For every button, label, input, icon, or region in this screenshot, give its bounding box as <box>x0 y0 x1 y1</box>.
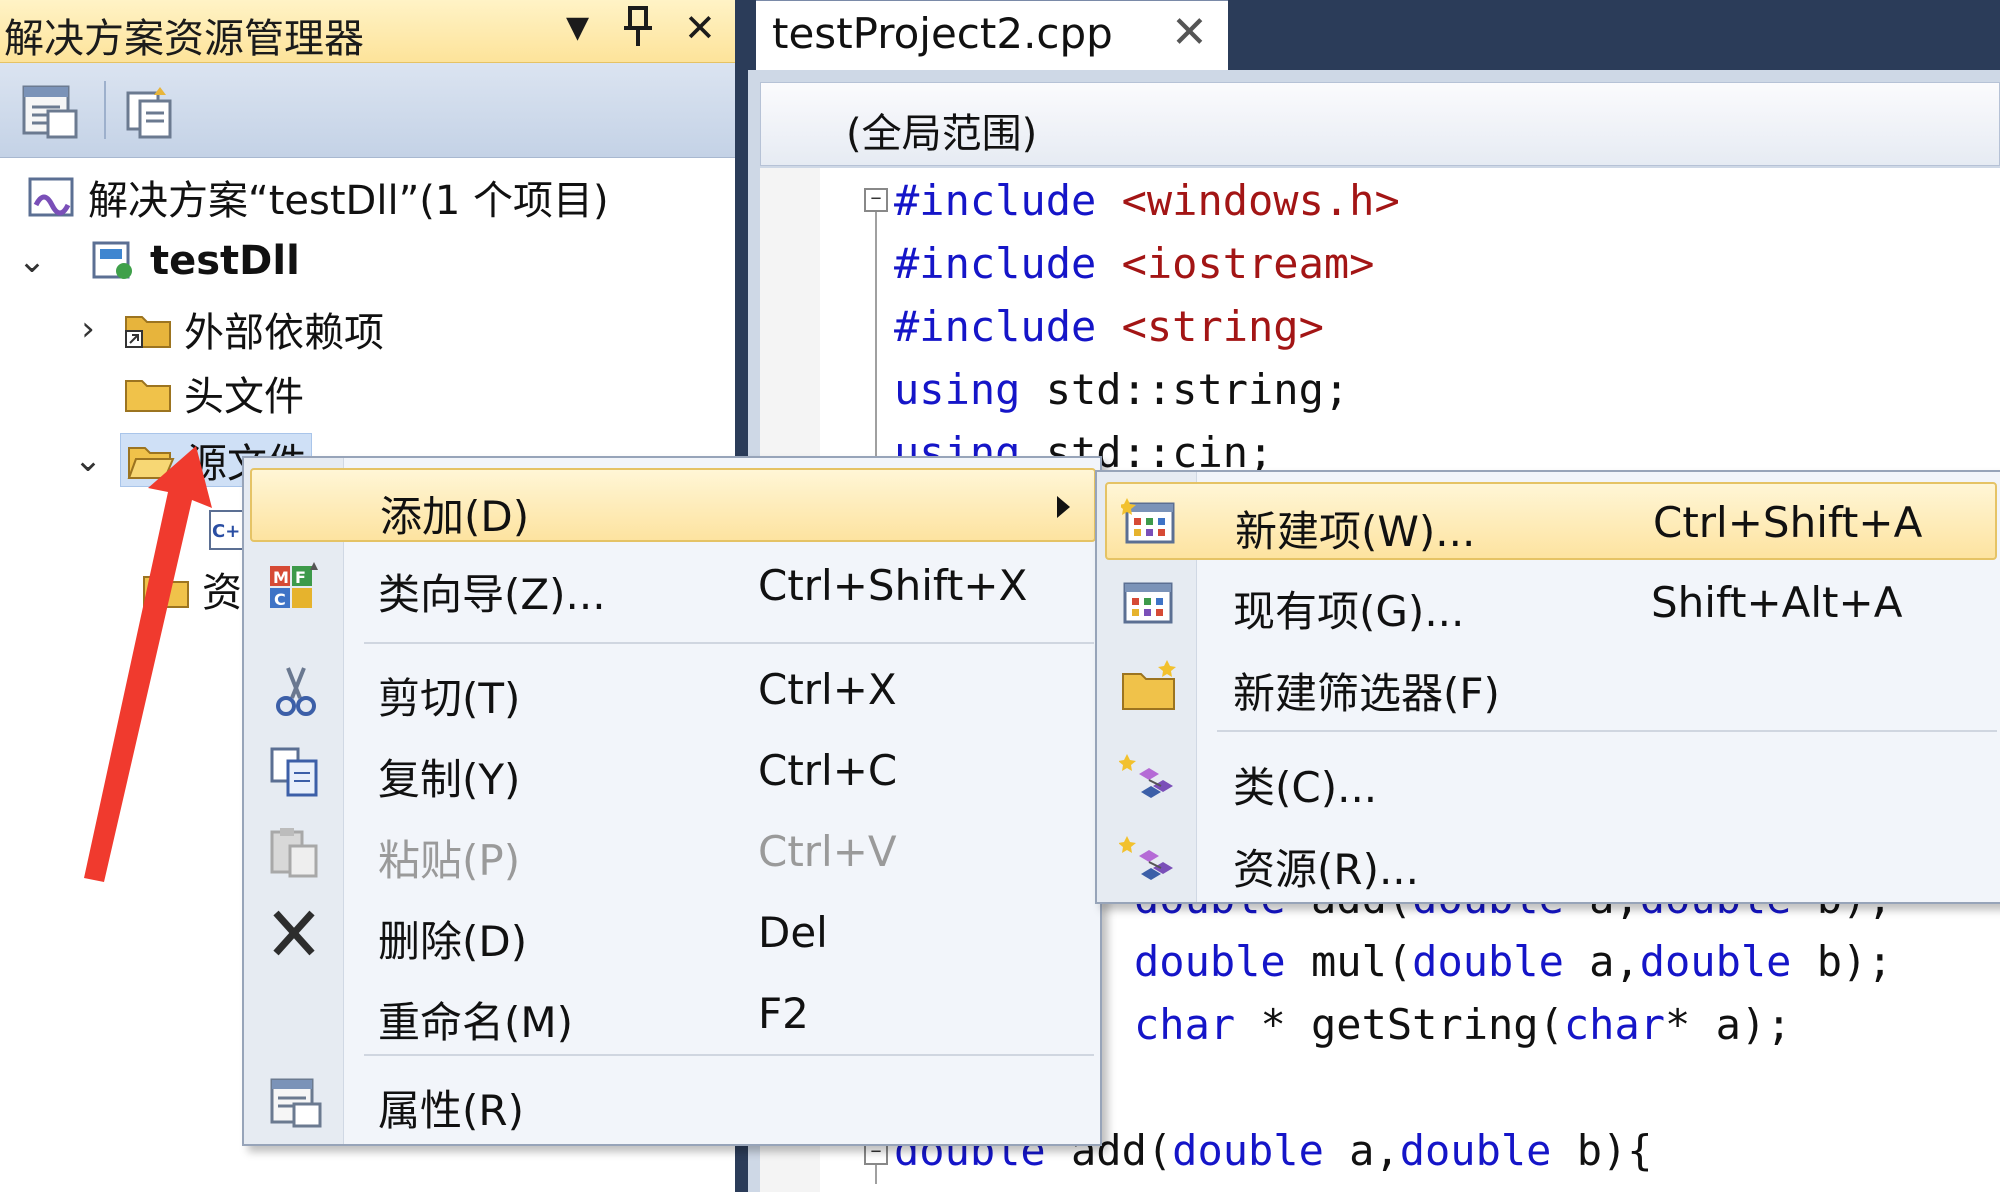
menu-item-label: 新建筛选器(F) <box>1233 669 1500 718</box>
menu-item-label: 现有项(G)... <box>1233 587 1465 636</box>
pin-icon[interactable] <box>620 4 656 59</box>
properties-icon[interactable] <box>18 81 82 143</box>
code-line: #include <windows.h> <box>894 176 1400 225</box>
tree-headers-node[interactable]: 头文件 <box>122 364 304 422</box>
tab-testproject2-cpp[interactable]: testProject2.cpp ✕ <box>756 0 1228 70</box>
menu-item-shortcut: Ctrl+V <box>758 827 897 876</box>
tree-solution-node[interactable]: 解决方案“testDll”(1 个项目) <box>26 168 609 226</box>
menu-item-shortcut: Del <box>758 908 828 957</box>
menu-item-label: 重命名(M) <box>378 998 574 1047</box>
add-submenu: 新建项(W)... Ctrl+Shift+A 现有项(G)... Shift+A… <box>1095 470 2000 904</box>
new-folder-icon <box>1119 658 1181 714</box>
menu-item-copy[interactable]: 复制(Y) Ctrl+C <box>250 733 1096 807</box>
menu-item-label: 添加(D) <box>380 492 530 541</box>
project-label: testDll <box>150 238 300 284</box>
menu-separator <box>364 642 1094 644</box>
submenu-item-new-filter[interactable]: 新建筛选器(F) <box>1105 646 1997 724</box>
menu-item-shortcut: Ctrl+C <box>758 746 898 795</box>
svg-text:F: F <box>295 568 306 587</box>
headers-label: 头文件 <box>184 374 304 420</box>
menu-item-label: 资源(R)... <box>1233 845 1420 894</box>
svg-text:M: M <box>273 568 289 587</box>
code-line: #include <string> <box>894 302 1324 351</box>
scope-label: (全局范围) <box>846 111 1038 157</box>
menu-item-label: 粘贴(P) <box>378 836 521 885</box>
solution-explorer-titlebar: 解决方案资源管理器 ▼ ✕ <box>0 0 735 63</box>
delete-icon <box>266 907 326 961</box>
menu-item-label: 类向导(Z)... <box>378 570 606 619</box>
submenu-item-new-item[interactable]: 新建项(W)... Ctrl+Shift+A <box>1105 482 1997 560</box>
submenu-item-class[interactable]: 类(C)... <box>1105 740 1997 818</box>
new-item-icon <box>1118 496 1183 552</box>
mfc-wizard-icon: MFC <box>266 560 326 614</box>
menu-item-shortcut: Ctrl+Shift+A <box>1653 498 1923 547</box>
tree-resources-node[interactable]: 资 <box>140 560 242 618</box>
copy-icon <box>266 745 326 799</box>
close-icon[interactable]: ✕ <box>684 4 716 52</box>
submenu-item-existing-item[interactable]: 现有项(G)... Shift+Alt+A <box>1105 564 1997 642</box>
explorer-toolbar <box>0 63 735 158</box>
menu-item-cut[interactable]: 剪切(T) Ctrl+X <box>250 652 1096 726</box>
tab-label: testProject2.cpp <box>772 9 1113 58</box>
code-line: #include <iostream> <box>894 239 1375 288</box>
resource-icon <box>1118 834 1181 890</box>
tree-external-deps-node[interactable]: › 外部依赖项 <box>68 300 384 358</box>
menu-item-shortcut: F2 <box>758 989 809 1038</box>
folder-shortcut-icon <box>122 307 174 351</box>
show-all-files-icon[interactable] <box>120 81 184 143</box>
menu-separator <box>364 1054 1094 1056</box>
solution-icon <box>26 175 78 219</box>
project-icon <box>88 239 140 283</box>
code-line: char * getString(char* a); <box>1134 1000 1792 1049</box>
menu-item-shortcut: Shift+Alt+A <box>1651 578 1903 627</box>
svg-text:C: C <box>274 590 286 609</box>
dropdown-icon[interactable]: ▼ <box>566 4 589 52</box>
menu-item-label: 剪切(T) <box>378 674 521 723</box>
menu-item-rename[interactable]: 重命名(M) F2 <box>250 976 1096 1050</box>
context-menu: 添加(D) MFC 类向导(Z)... Ctrl+Shift+X 剪切(T) C… <box>242 456 1102 1146</box>
folder-icon <box>140 567 192 611</box>
chevron-down-icon[interactable]: ⌄ <box>12 241 52 281</box>
menu-item-label: 复制(Y) <box>378 755 521 804</box>
paste-icon <box>266 826 326 880</box>
menu-item-label: 删除(D) <box>378 917 528 966</box>
existing-item-icon <box>1119 576 1181 632</box>
menu-item-shortcut: Ctrl+X <box>758 665 897 714</box>
tree-project-node[interactable]: ⌄ testDll <box>12 232 300 290</box>
submenu-arrow-icon <box>1057 496 1070 518</box>
menu-item-class-wizard[interactable]: MFC 类向导(Z)... Ctrl+Shift+X <box>250 548 1096 622</box>
resources-label: 资 <box>202 570 242 616</box>
menu-item-paste[interactable]: 粘贴(P) Ctrl+V <box>250 814 1096 888</box>
panel-title: 解决方案资源管理器 <box>4 16 364 62</box>
toolbar-separator <box>104 81 106 139</box>
folder-icon <box>122 371 174 415</box>
scope-dropdown[interactable]: (全局范围) <box>760 82 2000 166</box>
menu-item-label: 属性(R) <box>378 1086 524 1135</box>
chevron-down-icon[interactable]: ⌄ <box>68 440 108 480</box>
menu-item-properties[interactable]: 属性(R) <box>250 1064 1096 1138</box>
scissors-icon <box>266 664 326 718</box>
close-icon[interactable]: ✕ <box>1171 7 1208 58</box>
properties-icon <box>266 1076 326 1130</box>
chevron-right-icon[interactable]: › <box>68 309 108 349</box>
class-icon <box>1118 752 1181 808</box>
menu-item-shortcut: Ctrl+Shift+X <box>758 561 1028 610</box>
code-line: using std::string; <box>894 365 1350 414</box>
folder-open-icon <box>125 438 177 482</box>
menu-separator <box>1217 730 1997 732</box>
menu-item-label: 新建项(W)... <box>1235 507 1476 556</box>
fold-collapse-icon[interactable]: − <box>864 188 888 212</box>
external-deps-label: 外部依赖项 <box>184 310 384 356</box>
menu-item-delete[interactable]: 删除(D) Del <box>250 895 1096 969</box>
submenu-item-resource[interactable]: 资源(R)... <box>1105 822 1997 900</box>
code-line: double mul(double a,double b); <box>1134 937 1893 986</box>
solution-label: 解决方案“testDll”(1 个项目) <box>88 178 609 224</box>
menu-item-add[interactable]: 添加(D) <box>250 468 1096 542</box>
menu-item-label: 类(C)... <box>1233 763 1378 812</box>
